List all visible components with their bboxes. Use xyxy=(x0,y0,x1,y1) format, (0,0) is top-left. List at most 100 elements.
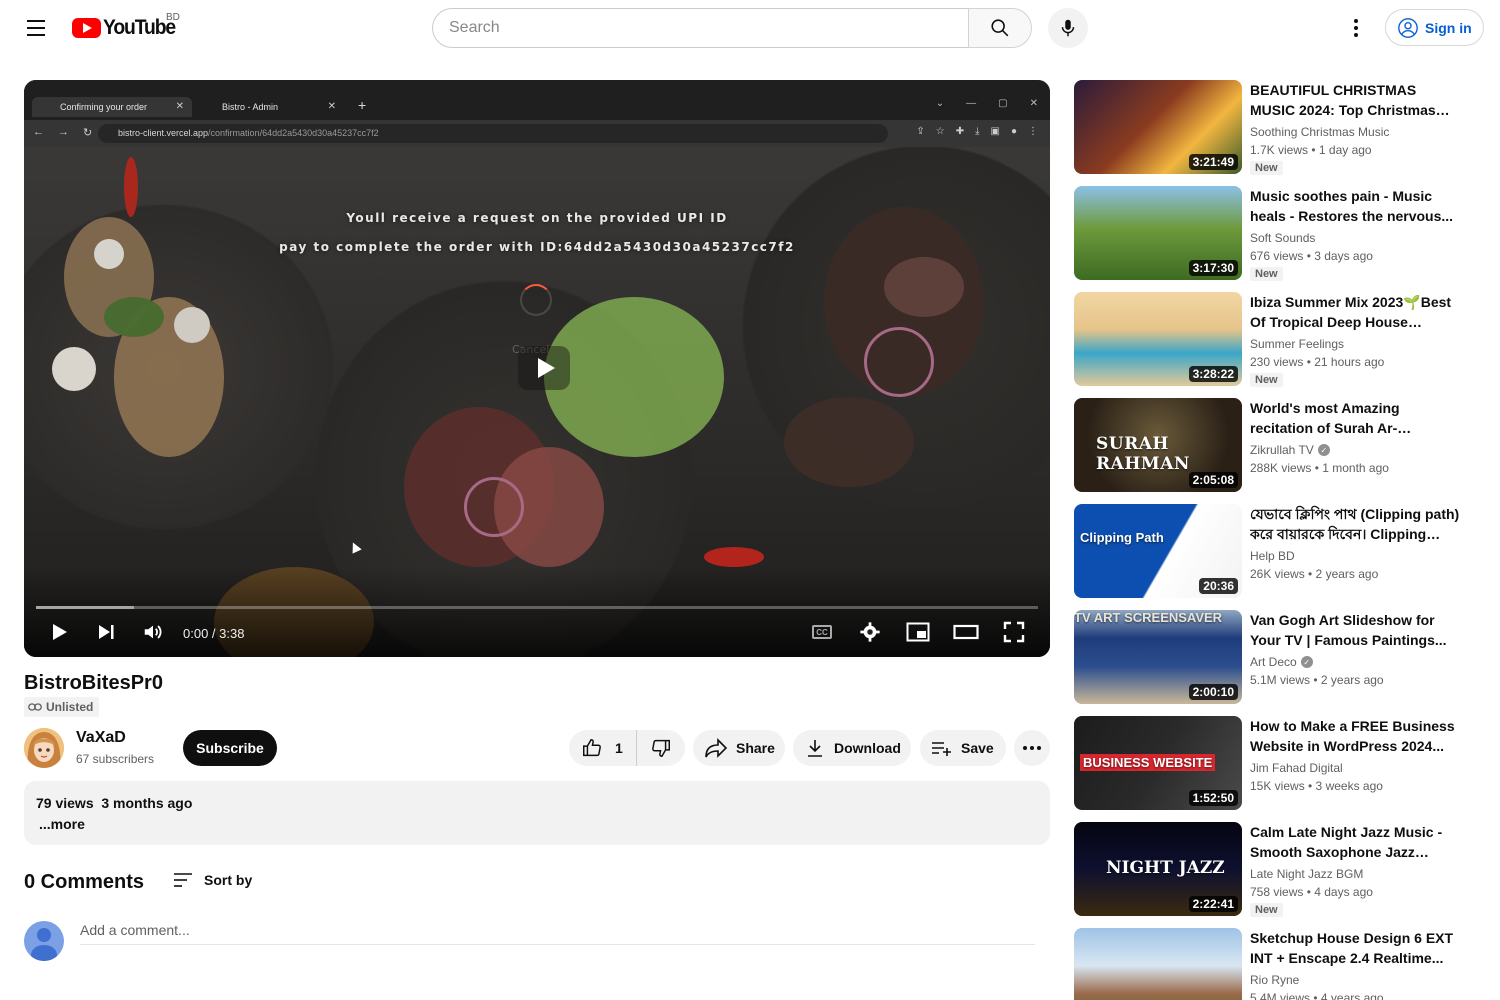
share-label: Share xyxy=(736,740,775,756)
search-button[interactable] xyxy=(968,8,1032,48)
miniplayer-button[interactable] xyxy=(900,618,936,646)
channel-avatar[interactable] xyxy=(24,728,64,768)
recorded-tab-2: Bistro - Admin ✕ xyxy=(194,97,344,117)
recommendation-meta: 230 views • 21 hours ago xyxy=(1250,355,1385,369)
new-badge: New xyxy=(1250,267,1283,281)
recommendation-meta: 758 views • 4 days ago xyxy=(1250,885,1373,899)
settings-button[interactable] xyxy=(852,618,888,646)
recommendation-thumbnail[interactable]: 3:17:30 xyxy=(1074,186,1242,280)
recommendation-title[interactable]: Sketchup House Design 6 EXT INT + Enscap… xyxy=(1250,928,1460,968)
recommendation-item[interactable]: BUSINESS WEBSITE 1:52:50 How to Make a F… xyxy=(1074,716,1474,812)
unlisted-badge: Unlisted xyxy=(24,697,100,717)
download-label: Download xyxy=(834,740,901,756)
recommendation-item[interactable]: 3:28:22 Ibiza Summer Mix 2023🌱Best Of Tr… xyxy=(1074,292,1474,388)
sort-by-button[interactable]: Sort by xyxy=(172,871,252,889)
download-button[interactable]: Download xyxy=(793,730,911,766)
microphone-icon xyxy=(1061,19,1075,37)
recommendation-channel[interactable]: Soft Sounds xyxy=(1250,231,1315,245)
like-button[interactable]: 1 xyxy=(569,730,637,766)
recommendation-thumbnail[interactable]: SURAH RAHMAN 2:05:08 xyxy=(1074,398,1242,492)
recommendation-item[interactable]: Clipping Path 20:36 যেভাবে ক্লিপিং পাথ (… xyxy=(1074,504,1474,600)
save-button[interactable]: Save xyxy=(920,730,1006,766)
recommendation-channel[interactable]: Zikrullah TV ✓ xyxy=(1250,443,1330,457)
comments-count: 0 Comments xyxy=(24,871,145,893)
description-box[interactable]: 79 views 3 months ago ...more xyxy=(24,781,1050,845)
youtube-play-logo-icon xyxy=(72,18,101,38)
country-code: BD xyxy=(166,12,180,23)
voice-search-button[interactable] xyxy=(1048,8,1088,48)
recommendation-thumbnail[interactable]: Clipping Path 20:36 xyxy=(1074,504,1242,598)
recommendation-thumbnail[interactable]: 3:21:49 xyxy=(1074,80,1242,174)
thumbnail-text: NIGHT JAZZ xyxy=(1106,858,1225,878)
subscribe-button[interactable]: Subscribe xyxy=(183,730,277,766)
avatar-image xyxy=(24,728,64,768)
playlist-add-icon xyxy=(932,742,951,756)
recommendation-item[interactable]: 3:21:49 BEAUTIFUL CHRISTMAS MUSIC 2024: … xyxy=(1074,80,1474,176)
duration-badge: 2:05:08 xyxy=(1188,472,1238,488)
large-play-button[interactable] xyxy=(518,346,570,390)
share-icon xyxy=(705,738,728,758)
recommendation-channel[interactable]: Help BD xyxy=(1250,549,1295,563)
recommendation-channel[interactable]: Soothing Christmas Music xyxy=(1250,125,1389,139)
recommendation-channel-name: Summer Feelings xyxy=(1250,337,1345,351)
recommendation-channel[interactable]: Art Deco ✓ xyxy=(1250,655,1313,669)
menu-icon[interactable] xyxy=(20,12,52,44)
recommendation-channel[interactable]: Late Night Jazz BGM xyxy=(1250,867,1363,881)
more-horizontal-icon xyxy=(1023,746,1027,750)
more-actions-button[interactable] xyxy=(1014,730,1050,766)
recommendation-thumbnail[interactable]: 3:35:43 xyxy=(1074,928,1242,1000)
comment-input[interactable] xyxy=(80,922,1035,945)
recommendation-item[interactable]: 3:35:43 Sketchup House Design 6 EXT INT … xyxy=(1074,928,1474,1000)
recommendation-channel-name: Soothing Christmas Music xyxy=(1250,125,1390,139)
recommendation-item[interactable]: SURAH RAHMAN 2:05:08 World's most Amazin… xyxy=(1074,398,1474,494)
seek-bar-buffered xyxy=(36,606,135,609)
recommendation-channel[interactable]: Summer Feelings xyxy=(1250,337,1344,351)
dislike-button[interactable] xyxy=(637,730,685,766)
recommendation-title[interactable]: যেভাবে ক্লিপিং পাথ (Clipping path) করে ব… xyxy=(1250,504,1460,544)
seek-bar[interactable] xyxy=(36,606,1038,609)
recommendation-channel[interactable]: Rio Ryne xyxy=(1250,973,1299,987)
play-button[interactable] xyxy=(41,618,77,646)
recommendation-title[interactable]: Calm Late Night Jazz Music - Smooth Saxo… xyxy=(1250,822,1460,862)
video-player[interactable]: Confirming your order ✕ Bistro - Admin ✕… xyxy=(24,80,1050,657)
recommendation-title[interactable]: World's most Amazing recitation of Surah… xyxy=(1250,398,1460,438)
time-display: 0:00 / 3:38 xyxy=(183,626,245,641)
recommendation-item[interactable]: NIGHT JAZZ 2:22:41 Calm Late Night Jazz … xyxy=(1074,822,1474,918)
volume-button[interactable] xyxy=(135,618,171,646)
recommendation-channel[interactable]: Jim Fahad Digital xyxy=(1250,761,1343,775)
youtube-logo[interactable]: YouTube xyxy=(72,15,181,41)
recommendation-item[interactable]: 3:17:30 Music soothes pain - Music heals… xyxy=(1074,186,1474,282)
search-input[interactable] xyxy=(449,19,969,37)
recommendation-item[interactable]: TV ART SCREENSAVER 2:00:10 Van Gogh Art … xyxy=(1074,610,1474,706)
video-title: BistroBitesPr0 xyxy=(24,672,163,694)
recommendation-title[interactable]: How to Make a FREE Business Website in W… xyxy=(1250,716,1460,756)
thumbs-up-icon xyxy=(583,739,601,757)
player-controls: 0:00 / 3:38 CC xyxy=(24,612,1050,652)
sign-in-button[interactable]: Sign in xyxy=(1385,9,1484,46)
recommendation-title[interactable]: Ibiza Summer Mix 2023🌱Best Of Tropical D… xyxy=(1250,292,1460,332)
user-avatar-icon xyxy=(24,921,64,961)
volume-icon xyxy=(144,625,162,639)
recorded-tab-1: Confirming your order ✕ xyxy=(32,97,192,117)
recommendation-title[interactable]: BEAUTIFUL CHRISTMAS MUSIC 2024: Top Chri… xyxy=(1250,80,1460,120)
theater-mode-icon xyxy=(953,624,979,640)
recommendation-channel-name: Art Deco xyxy=(1250,655,1297,669)
theater-mode-button[interactable] xyxy=(948,618,984,646)
recommendation-thumbnail[interactable]: TV ART SCREENSAVER 2:00:10 xyxy=(1074,610,1242,704)
next-button[interactable] xyxy=(88,618,124,646)
channel-name[interactable]: VaXaD xyxy=(76,729,126,747)
thumbnail-text: Clipping Path xyxy=(1080,530,1164,545)
recorded-url-bar-row: ← → ↻ bistro-client.vercel.app/confirmatio… xyxy=(24,120,1050,147)
recommendation-title[interactable]: Van Gogh Art Slideshow for Your TV | Fam… xyxy=(1250,610,1460,650)
recommendation-channel-name: Jim Fahad Digital xyxy=(1250,761,1343,775)
share-button[interactable]: Share xyxy=(693,730,785,766)
recommendation-title[interactable]: Music soothes pain - Music heals - Resto… xyxy=(1250,186,1460,226)
fullscreen-button[interactable] xyxy=(996,618,1032,646)
recommendation-thumbnail[interactable]: NIGHT JAZZ 2:22:41 xyxy=(1074,822,1242,916)
recommendation-thumbnail[interactable]: 3:28:22 xyxy=(1074,292,1242,386)
recommendation-thumbnail[interactable]: BUSINESS WEBSITE 1:52:50 xyxy=(1074,716,1242,810)
captions-button[interactable]: CC xyxy=(804,618,840,646)
description-more-link[interactable]: ...more xyxy=(39,816,85,832)
gear-icon xyxy=(860,622,880,642)
settings-more-icon[interactable] xyxy=(1340,12,1372,44)
